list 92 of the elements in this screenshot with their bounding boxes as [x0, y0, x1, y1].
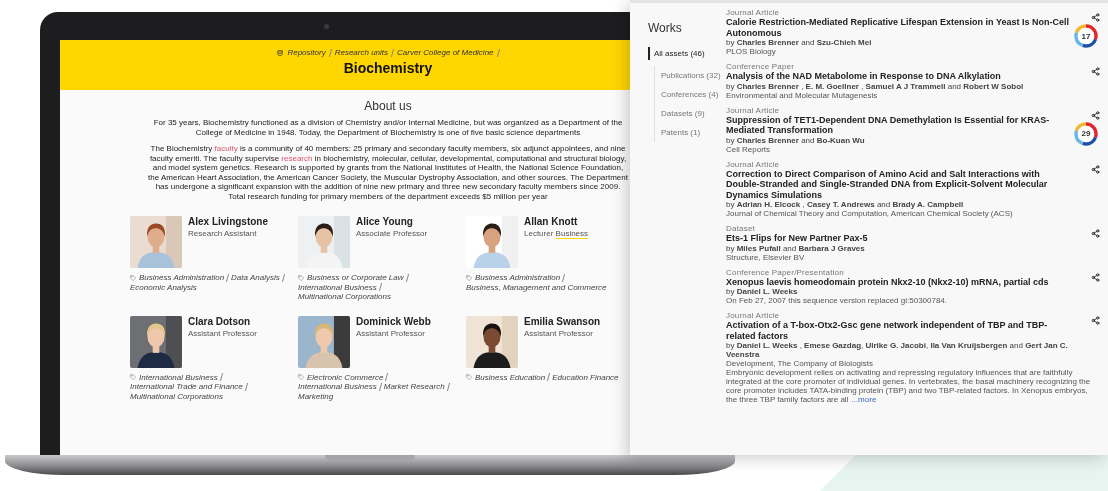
section-heading: About us	[364, 99, 412, 113]
person-role: Associate Professor	[356, 229, 429, 239]
person-role: Research Assistant	[188, 229, 258, 239]
text-link[interactable]: research	[281, 153, 313, 163]
work-source: Structure, Elsevier BV	[726, 252, 806, 262]
tag-icon	[298, 274, 304, 281]
author-line: by Daniel L. Weeks	[726, 287, 799, 296]
author-line: by Charles Brenner and Szu-Chieh Mei	[726, 38, 873, 47]
research-tag[interactable]: Business or Corporate Law	[307, 273, 404, 283]
share-icon[interactable]	[1091, 67, 1100, 76]
work-source: Development, The Company of Biologists	[726, 359, 875, 368]
research-tag[interactable]: Marketing	[298, 391, 334, 401]
author-line: by Daniel L. Weeks , Emese Gazdag, Ulrike G. Jacobi, Ila Van Kruijsbergen and Gert Jan C. Veenstra	[726, 341, 1069, 359]
page-title: Biochemistry	[343, 60, 433, 76]
camera-icon	[324, 24, 329, 29]
research-tag[interactable]: International Business	[139, 372, 218, 382]
author-line: by Charles Brenner , E. M. Goellner , Samuel A J Trammell and Robert W Sobol	[726, 81, 1025, 91]
research-tag[interactable]: Market Research	[383, 382, 445, 392]
person-name[interactable]: Emilia Swanson	[524, 315, 624, 328]
breadcrumb-link[interactable]: Research units	[334, 48, 389, 57]
about-paragraph: The Biochemistry faculty is a community of 40 members: 25 primary and secondary faculty members, six adjunct appointees, and nine faculty emeriti. The faculty supervise research in biochemistry, molecular, cellular, developmental, computational and structural biology, and model system genetics. Research is supported by grants from the National Institutes of Health, the National Science Foundation, the American Heart Association, the American Cancer Society, the Muscular Dystrophy Association, and other sources. The Department has undergone a significant expansion with the addition of nine new primary and three new secondary faculty members since 2009. Total research funding for primary members of the department exceeds $5 million per year	[148, 144, 628, 201]
breadcrumb-link[interactable]: Carver College of Medicine	[397, 48, 494, 57]
person-name[interactable]: Dominick Webb	[356, 315, 456, 328]
work-title[interactable]: Calorie Restriction-Mediated Replicative Lifespan Extension in Yeast Is Non-Cell Autonomous	[726, 17, 1072, 38]
asset-type: Conference Paper/Presentation	[726, 267, 845, 277]
person-role: Assistant Professor	[524, 328, 594, 338]
research-tag[interactable]: International Trade and Finance	[130, 382, 243, 392]
work-title[interactable]: Suppression of TET1-Dependent DNA Demethylation Is Essential for KRAS-Mediated Transformation	[726, 114, 1072, 136]
share-icon[interactable]	[1091, 229, 1100, 238]
asset-type: Journal Article	[726, 8, 781, 17]
score-badge[interactable]: 17	[1074, 24, 1098, 48]
person-role: Lecturer Business	[524, 229, 590, 239]
author-line: by Charles Brenner and Bo-Kuan Wu	[726, 135, 866, 145]
tag-icon	[298, 374, 304, 381]
role-link[interactable]: Business	[555, 229, 589, 239]
research-tag[interactable]: Business Education	[475, 372, 546, 382]
research-tag[interactable]: Data Analysis	[231, 273, 280, 283]
research-tag[interactable]: Electronic Commerce	[307, 372, 384, 382]
research-tag[interactable]: Education Finance	[552, 372, 619, 382]
person-name[interactable]: Alex Livingstone	[188, 216, 288, 228]
work-abstract: Embryonic development relies on activating and repressing regulatory influences that are faithfully integrated at the core promoter of individual genes. In vertebrates, the basal machinery recognizing the core promoter includes TATA-binding protein (TBP) and two TBP-related factors. In Xenopus embryos, the three TBP family factors are all ...more	[726, 368, 1092, 404]
about-paragraph: For 35 years, Biochemistry functioned as a division of Chemistry and/or Internal Medicine, but was organized as a Department of the College of Medicine in 1948. Today, the Department of Biochemistry is one of five basic science departments	[152, 118, 624, 137]
tag-icon	[466, 374, 472, 381]
work-title[interactable]: Ets-1 Flips for New Partner Pax-5	[726, 233, 1072, 244]
person-role: Assistant Professor	[188, 328, 258, 338]
research-tag[interactable]: Business Administration	[139, 273, 225, 283]
text-link[interactable]: faculty	[214, 144, 238, 153]
work-title[interactable]: Activation of a T-box-Otx2-Gsc gene network independent of TBP and TBP-related factors	[726, 320, 1072, 341]
database-icon	[277, 49, 284, 56]
asset-type: Journal Article	[726, 311, 781, 320]
score-badge[interactable]: 29	[1074, 121, 1098, 146]
asset-type: Dataset	[726, 224, 756, 233]
person-name[interactable]: Clara Dotson	[188, 315, 288, 328]
tag-icon	[130, 374, 136, 381]
asset-type: Conference Paper	[726, 62, 796, 71]
work-source: On Feb 27, 2007 this sequence version replaced gi:50300784.	[726, 296, 949, 305]
work-source: Journal of Chemical Theory and Computation, American Chemical Society (ACS)	[726, 209, 1014, 218]
work-title[interactable]: Analysis of the NAD Metabolome in Response to DNA Alkylation	[726, 71, 1072, 82]
author-line: by Adrian H. Elcock , Casey T. Andrews and Brady A. Campbell	[726, 200, 965, 209]
person-name[interactable]: Alice Young	[356, 216, 456, 228]
work-source: Environmental and Molecular Mutagenesis	[726, 90, 879, 100]
share-icon[interactable]	[1091, 316, 1100, 325]
research-tag[interactable]: Business, Management and Commerce	[466, 282, 607, 292]
research-tag[interactable]: Multinational Corporations	[298, 292, 391, 302]
share-icon[interactable]	[1091, 272, 1100, 282]
panel-title: Works	[648, 21, 683, 35]
person-name[interactable]: Allan Knott	[524, 216, 624, 228]
filter-item[interactable]: Datasets (9)	[654, 104, 726, 123]
filter-item[interactable]: Conferences (4)	[654, 85, 726, 104]
work-source: Cell Reports	[726, 144, 771, 154]
asset-type: Journal Article	[726, 159, 781, 169]
research-tag[interactable]: Multinational Corporations	[130, 391, 223, 401]
share-icon[interactable]	[1091, 164, 1100, 174]
more-link[interactable]: ...more	[851, 395, 877, 404]
research-tag[interactable]: Business Administration	[475, 273, 561, 283]
research-tag[interactable]: Economic Analysis	[130, 282, 197, 292]
filter-item[interactable]: All assets (46)	[648, 47, 726, 60]
breadcrumb-link[interactable]: Repository	[287, 48, 326, 57]
author-line: by Miles Pufall and Barbara J Graves	[726, 243, 866, 253]
work-title[interactable]: Xenopus laevis homeodomain protein Nkx2-10 (Nkx2-10) mRNA, partial cds	[726, 276, 1072, 287]
filter-item[interactable]: Patents (1)	[654, 123, 726, 142]
share-icon[interactable]	[1091, 110, 1100, 120]
person-role: Assistant Professor	[356, 328, 426, 338]
asset-type: Journal Article	[726, 105, 781, 115]
research-tag[interactable]: International Business	[298, 282, 377, 292]
work-source: PLOS Biology	[726, 47, 777, 56]
share-icon[interactable]	[1091, 13, 1100, 22]
work-title[interactable]: Correction to Direct Comparison of Amino Acid and Salt Interactions with Double-Stranded and Single-Stranded DNA from Explicit-Solvent Molecular Dynamics Simulations	[726, 168, 1072, 200]
tag-icon	[466, 274, 472, 281]
research-tag[interactable]: International Business	[298, 382, 377, 392]
filter-item[interactable]: Publications (32)	[654, 66, 726, 85]
tag-icon	[130, 274, 136, 281]
